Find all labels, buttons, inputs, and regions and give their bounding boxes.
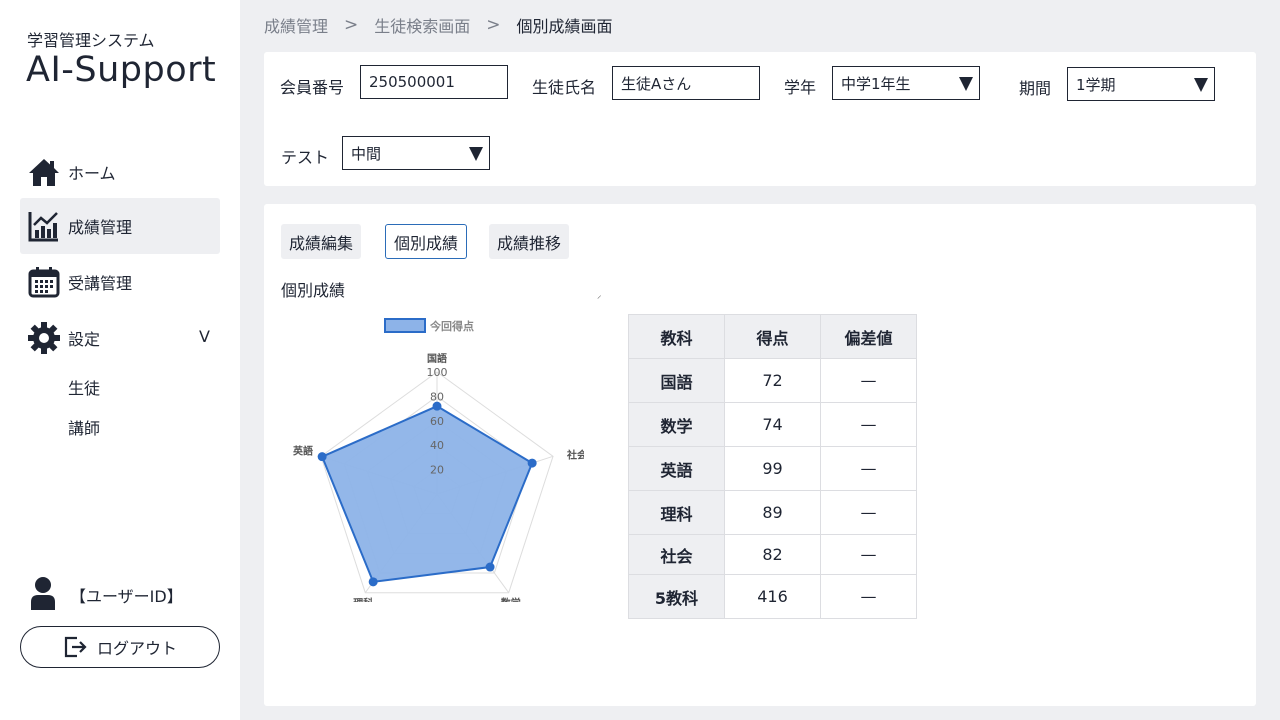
- nav-label-grades: 成績管理: [68, 218, 133, 237]
- dropdown-arrow-icon: [469, 147, 483, 161]
- student-name-input[interactable]: [612, 66, 760, 100]
- radar-axis-label: 理科: [353, 597, 373, 602]
- logout-button[interactable]: ログアウト: [20, 626, 220, 668]
- member-number-input[interactable]: [360, 65, 508, 99]
- logout-label: ログアウト: [96, 639, 177, 658]
- breadcrumb-student-search[interactable]: 生徒検索画面: [374, 13, 470, 37]
- nav-item-settings[interactable]: 設定 V: [20, 310, 220, 366]
- radar-tick-label: 80: [430, 390, 444, 403]
- calendar-icon: [27, 265, 61, 299]
- radar-data-point: [368, 577, 378, 587]
- sidebar-subitem-teachers[interactable]: 講師: [68, 415, 100, 439]
- tab-grade-edit[interactable]: 成績編集: [281, 224, 362, 259]
- radar-tick-label: 40: [430, 439, 444, 452]
- deviation-cell: —: [820, 358, 917, 403]
- user-icon: [30, 576, 56, 614]
- subject-cell: 社会: [628, 534, 725, 575]
- radar-data-point: [317, 452, 327, 462]
- subject-cell: 国語: [628, 358, 725, 403]
- filter-panel: 会員番号 生徒氏名 学年 中学1年生 期間 1学期 テスト 中間: [264, 52, 1256, 186]
- deviation-cell: —: [820, 574, 917, 619]
- radar-data-point: [527, 458, 537, 468]
- breadcrumb-separator: >: [344, 15, 359, 35]
- sidebar: 学習管理システム AI-Support ホーム 成績管理 受講管理 設定 V 生…: [0, 0, 240, 720]
- section-title: 個別成績: [281, 281, 346, 300]
- subject-cell: 理科: [628, 490, 725, 535]
- dropdown-arrow-icon: [1194, 78, 1208, 92]
- score-cell: 74: [724, 402, 821, 447]
- tab-individual-grades[interactable]: 個別成績: [385, 224, 468, 259]
- period-select[interactable]: 1学期: [1067, 67, 1215, 101]
- breadcrumb-current: 個別成績画面: [516, 17, 613, 36]
- table-row: 5教科 416 —: [628, 574, 917, 619]
- user-info: 【ユーザーID】: [30, 576, 183, 614]
- legend-label: 今回得点: [429, 319, 474, 333]
- student-name-label: 生徒氏名: [532, 78, 597, 97]
- logout-icon: [64, 636, 87, 658]
- radar-axis-label: 社会: [566, 448, 584, 461]
- app-name: AI-Support: [26, 50, 217, 90]
- chart-icon: [27, 209, 61, 243]
- chevron-down-icon: V: [199, 327, 210, 346]
- table-header-row: 教科 得点 偏差値: [628, 314, 917, 359]
- deviation-cell: —: [820, 490, 917, 535]
- nav-item-home[interactable]: ホーム: [20, 144, 220, 200]
- stray-mark: ⸝: [597, 291, 602, 301]
- legend-swatch: [384, 318, 426, 333]
- table-row: 数学 74 —: [628, 402, 917, 447]
- table-row: 国語 72 —: [628, 358, 917, 403]
- gear-icon: [27, 321, 61, 355]
- column-header: 得点: [724, 314, 821, 359]
- subject-cell: 数学: [628, 402, 725, 447]
- nav-label-settings: 設定: [68, 330, 101, 349]
- breadcrumb-separator: >: [486, 15, 501, 35]
- radar-axis-label: 数学: [501, 597, 521, 602]
- test-select[interactable]: 中間: [342, 136, 490, 170]
- radar-tick-label: 20: [430, 464, 444, 477]
- tab-grade-trend[interactable]: 成績推移: [489, 224, 570, 259]
- deviation-cell: —: [820, 402, 917, 447]
- score-cell: 416: [724, 574, 821, 619]
- user-id-label: 【ユーザーID】: [70, 587, 183, 606]
- nav-item-attendance[interactable]: 受講管理: [20, 254, 220, 310]
- subject-cell: 5教科: [628, 574, 725, 619]
- app-subtitle: 学習管理システム: [27, 31, 155, 50]
- radar-chart: 20 40 60 80 100国語社会数学 理科 英語 今回得点: [292, 318, 584, 602]
- member-number-label: 会員番号: [280, 78, 345, 97]
- period-label: 期間: [1019, 79, 1052, 98]
- score-table: 教科 得点 偏差値 国語 72 — 数学 74 — 英語 99 — 理科 89 …: [628, 314, 917, 619]
- column-header: 教科: [628, 314, 725, 359]
- grade-select[interactable]: 中学1年生: [832, 66, 980, 100]
- breadcrumb: 成績管理 > 生徒検索画面 > 個別成績画面: [264, 14, 613, 36]
- table-row: 英語 99 —: [628, 446, 917, 491]
- breadcrumb-grades[interactable]: 成績管理: [264, 13, 328, 37]
- home-icon: [27, 155, 61, 189]
- radar-tick-label: 100: [427, 366, 448, 379]
- dropdown-arrow-icon: [959, 77, 973, 91]
- results-panel: 成績編集 個別成績 成績推移 個別成績 ⸝ 20406080100国語社会数学理…: [264, 204, 1256, 706]
- table-row: 理科 89 —: [628, 490, 917, 535]
- score-cell: 82: [724, 534, 821, 575]
- grade-label: 学年: [784, 78, 817, 97]
- grade-select-value: 中学1年生: [841, 74, 911, 93]
- subject-cell: 英語: [628, 446, 725, 491]
- score-cell: 99: [724, 446, 821, 491]
- radar-tick-label: 60: [430, 415, 444, 428]
- test-label: テスト: [281, 148, 330, 167]
- nav-item-grades[interactable]: 成績管理: [20, 198, 220, 254]
- deviation-cell: —: [820, 534, 917, 575]
- deviation-cell: —: [820, 446, 917, 491]
- nav-label-attendance: 受講管理: [68, 274, 133, 293]
- period-select-value: 1学期: [1076, 75, 1116, 94]
- test-select-value: 中間: [351, 144, 382, 163]
- score-cell: 89: [724, 490, 821, 535]
- radar-data-point: [485, 562, 495, 572]
- sidebar-subitem-students[interactable]: 生徒: [68, 375, 100, 399]
- table-row: 社会 82 —: [628, 534, 917, 575]
- radar-axis-label: 英語: [292, 444, 313, 457]
- radar-axis-label: 国語: [427, 352, 447, 365]
- nav-label-home: ホーム: [68, 164, 116, 183]
- score-cell: 72: [724, 358, 821, 403]
- column-header: 偏差値: [820, 314, 917, 359]
